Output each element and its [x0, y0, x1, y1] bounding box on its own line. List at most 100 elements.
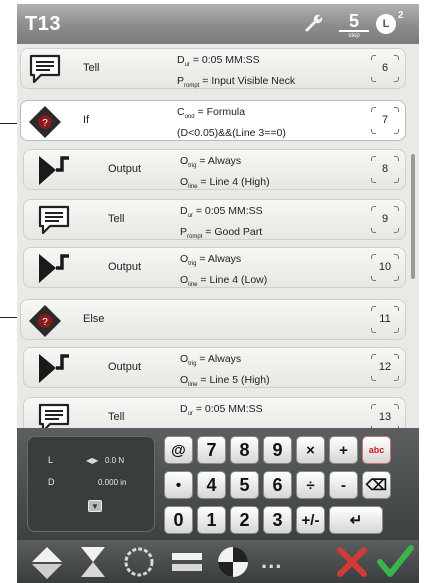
output-icon: [36, 154, 72, 186]
parameter-line: Oline = Line 5 (High): [180, 372, 270, 393]
parameter-line: Dur = 0:05 MM:SS: [180, 401, 263, 422]
list-scrollbar[interactable]: [411, 154, 415, 279]
parameter-subscript: line: [188, 382, 198, 389]
load-arrow-icon: ◀▶: [86, 456, 99, 465]
step-row-8[interactable]: Output Otrig = Always Oline = Line 4 (High…: [23, 149, 406, 190]
step-number: 5: [339, 12, 369, 32]
step-name: Tell: [83, 62, 100, 74]
parameter-symbol: C: [177, 106, 185, 118]
step-sub-label: step: [348, 33, 360, 39]
lines-icon[interactable]: [169, 544, 205, 580]
tell-icon: [36, 204, 72, 236]
step-parameters: Dur = 0:05 MM:SS Prompt = Good Part: [180, 203, 263, 245]
step-list[interactable]: Tell Dur = 0:05 MM:SS Prompt = Input Visib…: [17, 48, 415, 430]
step-number-badge: 12: [371, 354, 399, 381]
parameter-line: Otrig = Always: [180, 251, 267, 272]
parameter-value: = Input Visible Neck: [199, 75, 296, 88]
parameter-symbol: O: [180, 353, 189, 365]
step-name: Tell: [108, 411, 125, 423]
parameter-subscript: rompt: [187, 234, 203, 241]
parameter-line: Oline = Line 4 (High): [180, 174, 270, 195]
parameter-subscript: trig: [188, 163, 197, 170]
parameter-symbol: D: [180, 403, 188, 415]
keypad-area: L ◀▶ 0.0 N D 0.000 in ▼ @7 8 9 × + abc • 4 5 6 ÷ - ⌫…: [17, 428, 419, 540]
digit-1-key[interactable]: 1: [197, 506, 226, 534]
step-row-12[interactable]: Output Otrig = Always Oline = Line 5 (High…: [23, 347, 406, 388]
digit-8-key[interactable]: 8: [230, 436, 259, 464]
step-counter[interactable]: 5 step: [339, 12, 369, 40]
parameter-subscript: line: [188, 184, 198, 191]
move-up-down-icon[interactable]: [29, 544, 65, 580]
divide-key[interactable]: ÷: [296, 471, 325, 499]
parameter-value: = Always: [196, 353, 242, 365]
parameter-symbol: O: [180, 253, 189, 265]
parameter-symbol: P: [180, 226, 188, 239]
enter-key[interactable]: ↵: [329, 506, 383, 534]
parameter-symbol: D: [180, 205, 188, 217]
parameter-subscript: line: [188, 282, 198, 289]
parameter-line: Dur = 0:05 MM:SS: [180, 203, 263, 224]
parameter-symbol: P: [177, 75, 185, 88]
decimal-key[interactable]: •: [164, 471, 193, 499]
parameter-value: = Line 5 (High): [197, 374, 270, 387]
clock-icon[interactable]: L: [376, 14, 396, 34]
parameter-value: = 0:05 MM:SS: [192, 403, 263, 415]
plus-key[interactable]: +: [329, 436, 358, 464]
minus-key[interactable]: -: [329, 471, 358, 499]
step-row-10[interactable]: Output Otrig = Always Oline = Line 4 (Low)…: [23, 247, 406, 288]
step-number-text: 7: [381, 114, 389, 126]
cancel-button[interactable]: [332, 542, 372, 582]
parameter-line: Prompt = Good Part: [180, 224, 263, 245]
accept-button[interactable]: [375, 542, 415, 582]
step-name: Output: [108, 261, 142, 273]
step-parameters: Cond = Formula (D<0.05)&&(Line 3==0): [177, 104, 286, 146]
step-row-9[interactable]: Tell Dur = 0:05 MM:SS Prompt = Good Part 9: [23, 199, 406, 240]
backspace-key[interactable]: ⌫: [362, 471, 391, 499]
step-number-text: 6: [381, 62, 389, 74]
bottom-toolbar: ...: [17, 540, 419, 583]
parameter-line: Cond = Formula: [177, 104, 286, 125]
step-row-11[interactable]: ? Else 11: [20, 299, 406, 340]
step-name: Output: [108, 361, 142, 373]
step-number-text: 10: [378, 261, 392, 273]
live-readout: L ◀▶ 0.0 N D 0.000 in ▼: [27, 436, 155, 532]
parameter-subscript: ond: [184, 114, 195, 121]
parameter-subscript: trig: [188, 361, 197, 368]
parameter-value: = Good Part: [202, 226, 263, 239]
readout-expand-button[interactable]: ▼: [88, 500, 102, 512]
step-number-text: 8: [381, 163, 389, 175]
digit-9-key[interactable]: 9: [263, 436, 292, 464]
step-row-13[interactable]: Tell Dur = 0:05 MM:SS 13: [23, 397, 406, 430]
more-icon[interactable]: ...: [261, 548, 282, 574]
step-number-badge: 9: [371, 206, 399, 233]
target-icon[interactable]: [215, 544, 251, 580]
step-row-7[interactable]: ? If Cond = Formula (D<0.05)&&(Line 3==0) 7: [20, 100, 406, 141]
digit-4-key[interactable]: 4: [197, 471, 226, 499]
multiply-key[interactable]: ×: [296, 436, 325, 464]
parameter-symbol: D: [177, 54, 185, 66]
digit-6-key[interactable]: 6: [263, 471, 292, 499]
alpha-key[interactable]: abc: [362, 436, 391, 464]
hourglass-icon[interactable]: [75, 544, 111, 580]
wrench-icon[interactable]: [302, 12, 326, 40]
digit-3-key[interactable]: 3: [263, 506, 292, 534]
device-screen: T13 5 step L 2 Tell Dur = 0:05 MM:SS Promp…: [17, 4, 419, 583]
at-key[interactable]: @: [164, 436, 193, 464]
parameter-value: = 0:05 MM:SS: [192, 205, 263, 217]
sign-key[interactable]: +/-: [296, 506, 325, 534]
loop-icon[interactable]: [121, 544, 157, 580]
output-icon: [36, 352, 72, 384]
step-row-6[interactable]: Tell Dur = 0:05 MM:SS Prompt = Input Visib…: [20, 48, 406, 89]
step-number-badge: 8: [371, 156, 399, 183]
step-number-badge: 10: [371, 254, 399, 281]
digit-7-key[interactable]: 7: [197, 436, 226, 464]
digit-5-key[interactable]: 5: [230, 471, 259, 499]
digit-2-key[interactable]: 2: [230, 506, 259, 534]
title-bar: T13 5 step L 2: [17, 4, 419, 44]
step-name: If: [83, 114, 90, 126]
step-parameters: Otrig = Always Oline = Line 5 (High): [180, 351, 270, 393]
step-parameters: Otrig = Always Oline = Line 4 (High): [180, 153, 270, 195]
parameter-value: = Formula: [194, 106, 246, 118]
digit-0-key[interactable]: 0: [164, 506, 193, 534]
parameter-line: (D<0.05)&&(Line 3==0): [177, 125, 286, 146]
